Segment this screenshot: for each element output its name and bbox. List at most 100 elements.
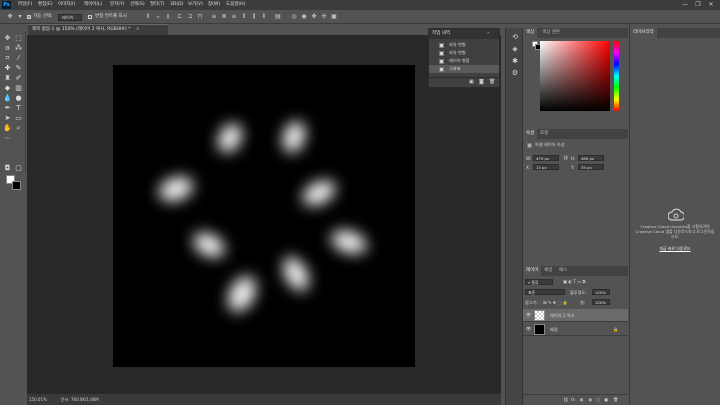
brush-tool-icon[interactable]: ✎ [14, 64, 23, 73]
magic-wand-tool-icon[interactable]: ⁂ [14, 44, 23, 53]
tab-layers[interactable]: 레이어 [523, 266, 542, 276]
hand-tool-icon[interactable]: ✋ [3, 124, 12, 133]
healing-brush-tool-icon[interactable]: ✚ [3, 64, 12, 73]
marquee-tool-icon[interactable]: ⬚ [14, 34, 23, 43]
image-canvas[interactable] [113, 65, 415, 367]
width-field[interactable]: 479 px [533, 155, 559, 161]
history-item-selected[interactable]: 극좌표 [429, 65, 499, 73]
link-layers-icon[interactable]: ⛓ [563, 397, 568, 403]
new-group-icon[interactable]: ▢ [596, 397, 600, 402]
tool-preset-arrow-icon[interactable]: ▾ [16, 13, 24, 21]
auto-select-checkbox[interactable] [27, 15, 31, 19]
dodge-tool-icon[interactable]: ● [14, 94, 23, 103]
document-tab[interactable]: 제목 없음-1 @ 150% (레이어 2 복사, RGB/8#) * × [28, 24, 168, 35]
clone-stamp-tool-icon[interactable]: ♜ [3, 74, 12, 83]
menu-filter[interactable]: 필터(T) [150, 0, 165, 10]
menu-3d[interactable]: 3D(D) [170, 0, 183, 10]
align-center-icon[interactable]: ⊐ [186, 13, 194, 21]
y-field[interactable]: 35 px [578, 164, 604, 170]
color-hue-slider[interactable] [614, 41, 619, 111]
minimize-icon[interactable]: — [680, 0, 690, 10]
tab-paths[interactable]: 패스 [556, 266, 570, 276]
restore-icon[interactable]: ❐ [693, 0, 703, 10]
align-bottom-icon[interactable]: ⫫ [164, 13, 172, 21]
distribute-left-icon[interactable]: ⦀ [240, 13, 248, 21]
distribute-middle-icon[interactable]: ≣ [220, 13, 228, 21]
swatch-panel-icon[interactable]: ◈ [510, 44, 520, 54]
adjustments-panel-icon[interactable]: ⚙ [510, 68, 520, 78]
blur-tool-icon[interactable]: 💧 [3, 94, 12, 103]
3d-scale-icon[interactable]: ▣ [330, 13, 338, 21]
history-item[interactable]: 자유 변형 [429, 49, 499, 57]
shape-tool-icon[interactable]: ▭ [14, 114, 23, 123]
layer-row[interactable]: 👁 배경 🔒 [523, 323, 628, 336]
blend-mode-dropdown[interactable]: 표준 [525, 289, 565, 295]
gradient-tool-icon[interactable]: ▥ [14, 84, 23, 93]
distribute-top-icon[interactable]: ≡ [210, 13, 218, 21]
opacity-field[interactable]: 100% [592, 289, 610, 295]
3d-orbit-icon[interactable]: ◎ [290, 13, 298, 21]
menu-edit[interactable]: 편집(E) [38, 0, 53, 10]
eyedropper-tool-icon[interactable]: ⁄ [14, 54, 23, 63]
menu-type[interactable]: 문자(Y) [110, 0, 125, 10]
menu-view[interactable]: 보기(V) [188, 0, 203, 10]
menu-help[interactable]: 도움말(H) [226, 0, 245, 10]
zoom-tool-icon[interactable]: ⌕ [14, 124, 23, 133]
3d-slide-icon[interactable]: ✣ [320, 13, 328, 21]
close-tab-icon[interactable]: × [136, 27, 140, 32]
lock-icons[interactable]: ⊠ ✎ ✥ ⬚ 🔒 [543, 300, 568, 306]
panel-collapse-icon[interactable]: » [487, 29, 490, 39]
x-field[interactable]: 13 px [533, 164, 559, 170]
adjustment-layer-icon[interactable]: ◑ [588, 397, 592, 402]
align-left-icon[interactable]: ⊏ [176, 13, 184, 21]
eye-icon[interactable]: 👁 [526, 312, 531, 318]
layer-style-icon[interactable]: fx [571, 397, 575, 402]
eraser-tool-icon[interactable]: ◆ [3, 84, 12, 93]
fill-field[interactable]: 100% [592, 299, 610, 305]
download-now-link[interactable]: 지금 바로 다운로드 [634, 246, 716, 251]
distribute-right-icon[interactable]: ⦀ [260, 13, 268, 21]
3d-drag-icon[interactable]: ✥ [310, 13, 318, 21]
align-right-icon[interactable]: ⊓ [196, 13, 204, 21]
tab-adjustments[interactable]: 조정 [537, 129, 551, 139]
pen-tool-icon[interactable]: ✒ [3, 104, 12, 113]
layer-filter-dropdown[interactable]: ⌕ 종류 [525, 279, 553, 285]
snapshot-icon[interactable]: ◙ [479, 79, 484, 85]
align-top-icon[interactable]: ⫪ [144, 13, 152, 21]
path-selection-tool-icon[interactable]: ➤ [3, 114, 12, 123]
history-item[interactable]: 자유 변형 [429, 41, 499, 49]
trash-icon[interactable]: 🗑 [489, 79, 495, 85]
distribute-center-icon[interactable]: ⫼ [250, 13, 258, 21]
layer-row-selected[interactable]: 👁 레이어 2 복사 [523, 309, 628, 322]
zoom-level[interactable]: 150.01% [29, 394, 47, 405]
tab-swatches[interactable]: 색상 견본 [539, 28, 563, 38]
menu-image[interactable]: 이미지(I) [58, 0, 75, 10]
layer-filter-icons[interactable]: ▣ ◐ T ▭ ⧉ [563, 279, 585, 284]
layer-mask-icon[interactable]: ◐ [580, 397, 584, 402]
move-tool-icon[interactable]: ✥ [3, 34, 12, 43]
align-middle-icon[interactable]: ⫟ [154, 13, 162, 21]
history-panel-icon[interactable]: ⟲ [510, 32, 520, 42]
type-tool-icon[interactable]: T [14, 104, 23, 113]
distribute-bottom-icon[interactable]: ≡ [230, 13, 238, 21]
menu-layer[interactable]: 레이어(L) [84, 0, 102, 10]
tab-channels[interactable]: 채널 [541, 266, 555, 276]
3d-roll-icon[interactable]: ◉ [300, 13, 308, 21]
history-item[interactable]: 레이어 병합 [429, 57, 499, 65]
close-window-icon[interactable]: ✕ [706, 0, 716, 10]
menu-window[interactable]: 창(W) [208, 0, 220, 10]
new-layer-icon[interactable]: ▣ [604, 397, 608, 402]
menu-select[interactable]: 선택(S) [130, 0, 145, 10]
lasso-tool-icon[interactable]: ɞ [3, 44, 12, 53]
tab-libraries[interactable]: 라이브러리 [630, 28, 657, 38]
quick-mask-icon[interactable]: ◘ [3, 164, 12, 173]
link-dimensions-icon[interactable]: ⛓ [563, 155, 568, 161]
more-tools-icon[interactable]: ⋯ [3, 134, 12, 143]
move-tool-icon[interactable]: ✥ [6, 13, 14, 21]
crop-tool-icon[interactable]: ⌗ [3, 54, 12, 63]
history-brush-tool-icon[interactable]: ✐ [14, 74, 23, 83]
tab-color[interactable]: 색상 [523, 28, 538, 38]
height-field[interactable]: 489 px [578, 155, 604, 161]
delete-layer-icon[interactable]: 🗑 [613, 397, 618, 403]
brush-panel-icon[interactable]: ✱ [510, 56, 520, 66]
